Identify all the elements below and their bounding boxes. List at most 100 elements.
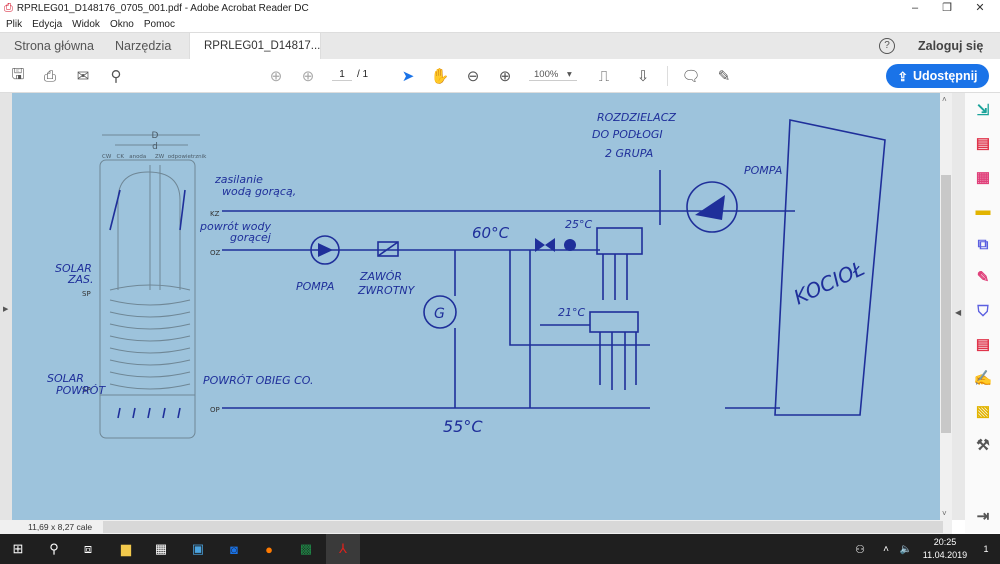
export-pdf-icon[interactable]: ⇲ [973, 101, 993, 121]
login-button[interactable]: Zaloguj się [918, 39, 983, 53]
acrobat-taskbar-icon[interactable]: ⅄ [326, 534, 360, 564]
close-button[interactable]: ✕ [965, 0, 995, 16]
label-21c: 21°C [558, 306, 585, 319]
select-cursor-icon[interactable]: ➤ [397, 65, 419, 87]
menu-pomoc[interactable]: Pomoc [144, 19, 175, 30]
search-icon[interactable]: ⚲ [42, 538, 66, 560]
calculator-icon[interactable]: ▦ [149, 538, 173, 560]
share-icon: ⇪ [897, 69, 908, 84]
page-size: 11,69 x 8,27 cale [28, 522, 93, 532]
label-55c: 55°C [443, 417, 483, 436]
label-boiler: KOCIOŁ [790, 256, 868, 310]
tab-home[interactable]: Strona główna [0, 33, 108, 60]
zoom-value: 100% [534, 69, 559, 80]
prev-page-icon[interactable]: ⊕ [265, 65, 287, 87]
pump-2 [686, 181, 738, 233]
zoom-out-icon[interactable]: ⊖ [462, 65, 484, 87]
next-page-icon[interactable]: ⊕ [297, 65, 319, 87]
label-return2: gorącej [230, 231, 272, 244]
taskbar: ⊞ ⚲ ⧈ ▆ ▦ ▣ ◙ ● ▩ ⅄ ⚇ ˄ 🔈 20:25 11.04.20… [0, 534, 1000, 564]
dim-D: D [152, 131, 159, 141]
minimize-button[interactable]: – [900, 0, 930, 16]
page-number-input[interactable]: 1 [332, 69, 352, 81]
acrobat-icon: ⎙ [4, 1, 13, 14]
help-icon[interactable]: ? [879, 38, 895, 54]
label-valve2: ZWROTNY [357, 284, 416, 297]
tab-document[interactable]: RPRLEG01_D14817... × [189, 33, 321, 78]
share-label: Udostępnij [912, 69, 978, 83]
protect-shield-icon[interactable]: ⛉ [973, 302, 993, 322]
organize-pages-icon[interactable]: ▦ [973, 168, 993, 188]
scroll-up-icon[interactable]: ˄ [942, 95, 947, 104]
tab-tools[interactable]: Narzędzia [101, 33, 185, 60]
combine-files-icon[interactable]: ⧉ [973, 235, 993, 255]
save-icon[interactable]: 🖫 [7, 65, 29, 87]
comment-icon[interactable]: 🗨 [680, 65, 702, 87]
scrollbar-thumb[interactable] [941, 175, 951, 433]
label-valve: ZAWÓR [359, 270, 402, 283]
menu-plik[interactable]: Plik [6, 19, 22, 30]
volume-icon[interactable]: 🔈 [894, 538, 918, 560]
highlight-pen-icon[interactable]: ✎ [713, 65, 735, 87]
menu-edycja[interactable]: Edycja [32, 19, 62, 30]
left-panel-gutter: ▶ [0, 93, 12, 520]
notifications-icon[interactable]: 1 [974, 538, 998, 560]
zoom-search-icon[interactable]: ⚲ [105, 65, 127, 87]
tab-document-label: RPRLEG01_D14817... [204, 40, 321, 52]
port-kz: KZ [210, 210, 220, 218]
outlook-icon[interactable]: ◙ [222, 538, 246, 560]
zoom-select[interactable]: 100% ▾ [529, 69, 577, 81]
clock-time[interactable]: 20:25 [920, 537, 970, 547]
page-total: / 1 [357, 69, 369, 80]
expand-left-panel-icon[interactable]: ▶ [3, 305, 8, 313]
pdf-page: D d CW CK anoda ZW odpowietrznik KZ OZ S… [12, 93, 940, 520]
tank-port-labels: CW CK anoda ZW odpowietrznik [102, 154, 207, 160]
notification-count: 1 [983, 544, 989, 554]
mail-icon[interactable]: ✉ [72, 65, 94, 87]
tools-panel-toggle[interactable]: ◀ [952, 93, 965, 520]
menu-widok[interactable]: Widok [72, 19, 100, 30]
window-title: RPRLEG01_D148176_0705_001.pdf - Adobe Ac… [16, 2, 309, 14]
more-tools-icon[interactable]: ⚒ [973, 436, 993, 456]
scroll-down-icon[interactable]: ˅ [942, 509, 947, 518]
clock-date[interactable]: 11.04.2019 [918, 550, 972, 560]
start-windows-icon[interactable]: ⊞ [6, 538, 30, 560]
label-25c: 25°C [565, 218, 592, 231]
hydraulic-sketch: D d CW CK anoda ZW odpowietrznik KZ OZ S… [47, 111, 886, 439]
label-pump2: POMPA [744, 164, 782, 177]
share-button[interactable]: ⇪ Udostępnij [886, 64, 989, 88]
file-explorer-icon[interactable]: ▆ [114, 538, 138, 560]
port-sp1: SP [82, 290, 91, 298]
label-60c: 60°C [472, 224, 510, 242]
create-pdf-icon[interactable]: ▤ [973, 134, 993, 154]
zoom-in-icon[interactable]: ⊕ [494, 65, 516, 87]
send-for-comments-icon[interactable]: ▧ [973, 402, 993, 422]
fill-sign-icon[interactable]: ✎ [973, 268, 993, 288]
toolbar: 🖫 ⎙ ✉ ⚲ ⊕ ⊕ 1 / 1 ➤ ✋ ⊖ ⊕ 100% ▾ ⎍ ⇩ 🗨 ✎… [0, 59, 1000, 93]
firefox-icon[interactable]: ● [257, 538, 281, 560]
restore-button[interactable]: ❐ [932, 0, 962, 16]
label-dist2: DO PODŁOGI [592, 128, 663, 141]
hand-tool-icon[interactable]: ✋ [429, 65, 451, 87]
status-bar: 11,69 x 8,27 cale [0, 520, 952, 534]
horizontal-scrollbar[interactable] [103, 521, 943, 533]
scroll-mode-icon[interactable]: ⇩ [632, 65, 654, 87]
photos-icon[interactable]: ▣ [186, 538, 210, 560]
comment-tool-icon[interactable]: ▬ [973, 201, 993, 221]
collapse-pane-icon[interactable]: ⇥ [973, 507, 993, 527]
excel-icon[interactable]: ▩ [294, 538, 318, 560]
collapse-arrow-icon: ◀ [955, 308, 962, 317]
menu-okno[interactable]: Okno [110, 19, 134, 30]
label-supply2: wodą gorącą, [222, 185, 296, 198]
title-bar: ⎙ RPRLEG01_D148176_0705_001.pdf - Adobe … [0, 0, 1000, 16]
menu-bar: Plik Edycja Widok Okno Pomoc [0, 16, 1000, 32]
label-g: G [434, 306, 445, 322]
compress-pdf-icon[interactable]: ▤ [973, 335, 993, 355]
label-solar-in2: ZAS. [67, 273, 94, 286]
page-display-icon[interactable]: ⎍ [593, 65, 615, 87]
people-icon[interactable]: ⚇ [848, 538, 872, 560]
task-view-icon[interactable]: ⧈ [76, 538, 100, 560]
print-icon[interactable]: ⎙ [39, 65, 61, 87]
toolbar-divider [667, 66, 668, 86]
request-signature-icon[interactable]: ✍ [973, 369, 993, 389]
